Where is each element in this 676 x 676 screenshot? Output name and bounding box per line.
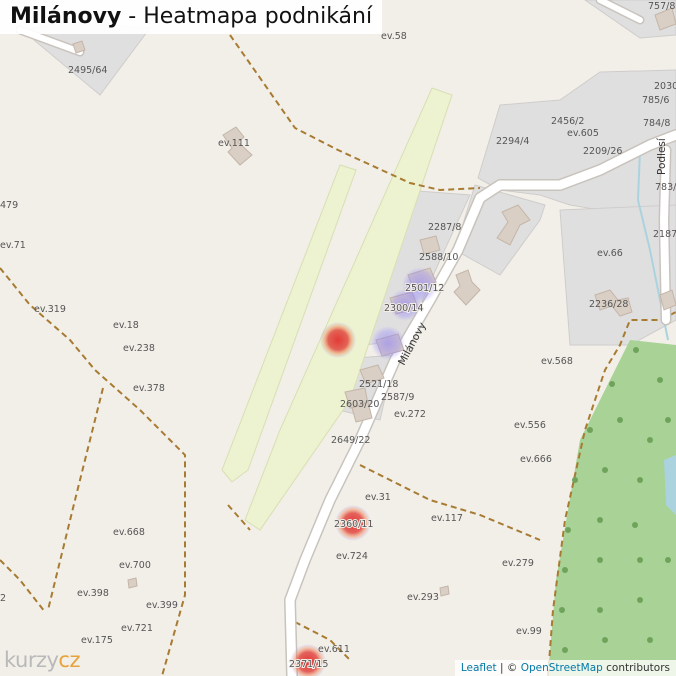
parcel-label: 2209/26	[583, 146, 622, 157]
attribution-separator: | ©	[496, 662, 521, 674]
parcel-label: ev.721	[121, 623, 153, 634]
title-place: Milánovy	[10, 4, 122, 29]
osm-link[interactable]: OpenStreetMap	[521, 662, 603, 674]
parcel-label: ev.399	[146, 600, 178, 611]
parcel-label: ev.238	[123, 343, 155, 354]
parcel-label: ev.111	[218, 138, 250, 149]
parcel-label: 2603/20	[340, 399, 379, 410]
heat-point-high[interactable]	[320, 322, 356, 358]
parcel-label: ev.279	[502, 558, 534, 569]
parcel-label: 2300/14	[384, 303, 423, 314]
parcel-label: 783/	[655, 182, 676, 193]
parcel-label: ev.175	[81, 635, 113, 646]
parcel-label: 2294/4	[496, 136, 529, 147]
parcel-label: 2521/18	[359, 379, 398, 390]
parcel-label: 2371/15	[289, 659, 328, 670]
parcel-label: 2587/9	[381, 392, 414, 403]
parcel-label: 2187	[653, 229, 676, 240]
parcel-label: ev.700	[119, 560, 151, 571]
parcel-label: 2236/28	[589, 299, 628, 310]
parcel-label: ev.71	[0, 240, 26, 251]
parcel-label: ev.31	[365, 492, 391, 503]
parcel-label: 2649/22	[331, 435, 370, 446]
parcel-label: ev.568	[541, 356, 573, 367]
map-attribution: Leaflet | © OpenStreetMap contributors	[454, 660, 676, 676]
parcel-label: ev.66	[597, 248, 623, 259]
parcel-label: 2588/10	[419, 252, 458, 263]
parcel-label: ev.398	[77, 588, 109, 599]
map-title: Milánovy - Heatmapa podnikání	[0, 0, 383, 34]
parcel-label: 2501/12	[405, 283, 444, 294]
parcel-label: ev.556	[514, 420, 546, 431]
parcel-label: ev.605	[567, 128, 599, 139]
logo-part-kurzy: kurzy	[4, 648, 59, 672]
leaflet-link[interactable]: Leaflet	[461, 662, 497, 674]
attribution-contributors: contributors	[602, 662, 670, 674]
parcel-label: 784/8	[643, 118, 670, 129]
parcel-label: 2495/64	[68, 65, 107, 76]
forest-area	[548, 340, 676, 676]
title-suffix: - Heatmapa podnikání	[121, 4, 373, 29]
parcel-label: ev.378	[133, 383, 165, 394]
map-layers: Milánovy Podlesí 2495/64 ev.58 757/8 ev.…	[0, 0, 676, 676]
parcel-label: ev.293	[407, 592, 439, 603]
parcel-label: ev.117	[431, 513, 463, 524]
parcel-label: 2456/2	[551, 116, 584, 127]
parcel-label: ev.272	[394, 409, 426, 420]
parcel-label: ev.58	[381, 31, 407, 42]
map-canvas[interactable]: Milánovy Podlesí 2495/64 ev.58 757/8 ev.…	[0, 0, 676, 676]
parcel-label: ev.666	[520, 454, 552, 465]
parcel-label: 785/6	[642, 95, 669, 106]
parcel-label: 2030	[654, 81, 676, 92]
parcel-label: 2287/8	[428, 222, 461, 233]
parcel-label: ev.18	[113, 320, 139, 331]
brand-logo[interactable]: kurzycz	[4, 648, 80, 672]
residential-area	[559, 204, 676, 346]
street-label-east: Podlesí	[656, 137, 668, 175]
parcel-label: ev.611	[318, 644, 350, 655]
parcel-label: 479	[0, 200, 18, 211]
parcel-label: 2360/11	[334, 519, 373, 530]
parcel-label: ev.668	[113, 527, 145, 538]
logo-part-cz: cz	[58, 648, 80, 672]
parcel-label: ev.319	[34, 304, 66, 315]
parcel-label: ev.724	[336, 551, 368, 562]
parcel-label: 2	[0, 593, 6, 604]
parcel-label: 757/8	[648, 1, 675, 12]
parcel-label: ev.99	[516, 626, 542, 637]
